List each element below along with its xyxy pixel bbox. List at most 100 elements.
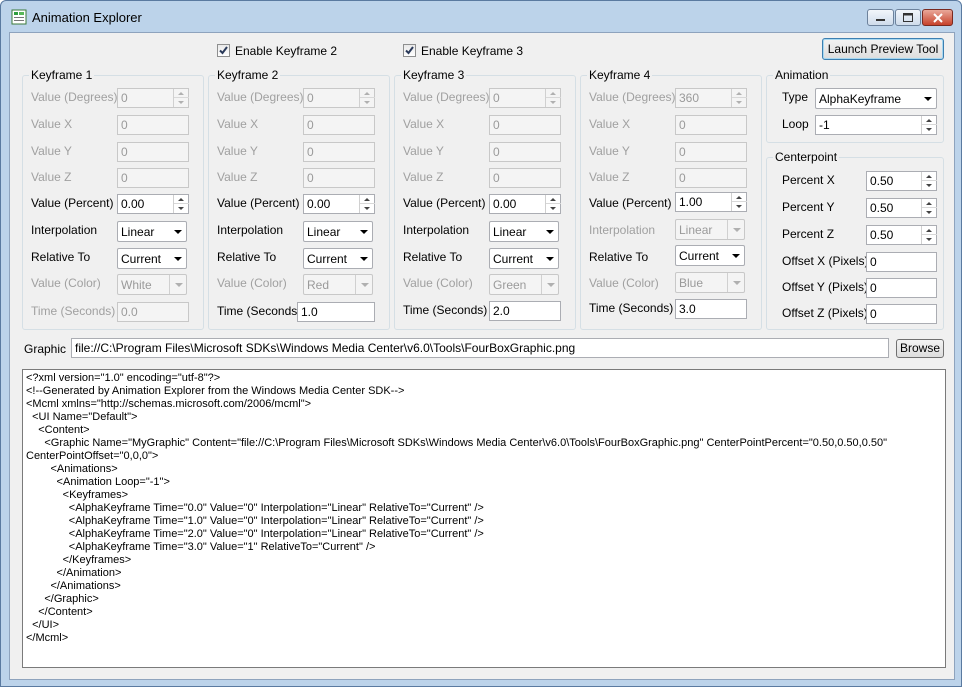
offset-y-field[interactable]: 0: [866, 278, 937, 298]
title-bar[interactable]: Animation Explorer: [1, 1, 961, 33]
kf4-value-x-field[interactable]: 0: [675, 115, 747, 135]
kf2-relative-to-select[interactable]: Current: [303, 248, 373, 269]
kf1-value-degrees-spinner[interactable]: 0: [117, 88, 189, 108]
kf2-interpolation-select[interactable]: Linear: [303, 221, 373, 242]
offset-z-field[interactable]: 0: [866, 304, 937, 324]
kf3-value-degrees-spinner[interactable]: 0: [489, 88, 561, 108]
kf4-time-field[interactable]: 3.0: [675, 299, 747, 319]
kf3-value-percent-value: 0.00: [493, 197, 517, 211]
kf3-time-field[interactable]: 2.0: [489, 301, 561, 321]
kf4-value-percent-value: 1.00: [679, 195, 703, 209]
xml-line: <AlphaKeyframe Time="3.0" Value="1" Rela…: [26, 541, 376, 553]
keyframe-1-group: Keyframe 1 Value (Degrees) 0 Value X 0 V…: [22, 68, 204, 330]
spinner-up-icon[interactable]: [546, 89, 561, 98]
spinner-down-icon[interactable]: [174, 204, 189, 213]
kf2-relative-to-value: Current: [307, 252, 348, 266]
spinner-up-icon[interactable]: [922, 116, 937, 125]
xml-line: <?xml version="1.0" encoding="utf-8"?>: [26, 372, 221, 384]
kf3-value-y-field[interactable]: 0: [489, 142, 561, 162]
chevron-down-icon: [919, 89, 936, 108]
xml-output-textarea[interactable]: <?xml version="1.0" encoding="utf-8"?> <…: [22, 369, 946, 668]
spinner-up-icon[interactable]: [922, 172, 937, 181]
kf4-value-color-select[interactable]: Blue: [675, 272, 745, 293]
spinner-up-icon[interactable]: [732, 89, 747, 98]
centerpoint-group: Centerpoint Percent X 0.50 Percent Y 0.5…: [766, 150, 944, 330]
kf1-time-field[interactable]: 0.0: [117, 302, 189, 322]
kf2-value-color-select[interactable]: Red: [303, 274, 373, 295]
kf3-value-x-field[interactable]: 0: [489, 115, 561, 135]
spinner-down-icon[interactable]: [360, 98, 375, 107]
kf3-value-z-field[interactable]: 0: [489, 168, 561, 188]
kf4-interpolation-select[interactable]: Linear: [675, 219, 745, 240]
enable-keyframe-3-label[interactable]: Enable Keyframe 3: [421, 44, 523, 58]
kf3-value-degrees-label: Value (Degrees): [403, 90, 490, 104]
percent-z-spinner[interactable]: 0.50: [866, 225, 937, 245]
kf4-value-y-field[interactable]: 0: [675, 142, 747, 162]
kf2-value-y-field[interactable]: 0: [303, 142, 375, 162]
spinner-down-icon[interactable]: [732, 98, 747, 107]
kf1-value-x-field[interactable]: 0: [117, 115, 189, 135]
enable-keyframe-2-checkbox[interactable]: [217, 44, 230, 57]
kf4-value-percent-spinner[interactable]: 1.00: [675, 192, 747, 212]
spinner-down-icon[interactable]: [174, 98, 189, 107]
spinner-up-icon[interactable]: [174, 89, 189, 98]
graphic-path-field[interactable]: file://C:\Program Files\Microsoft SDKs\W…: [71, 338, 889, 358]
spinner-down-icon[interactable]: [360, 204, 375, 213]
kf3-interpolation-select[interactable]: Linear: [489, 221, 559, 242]
kf4-value-y-label: Value Y: [589, 144, 630, 158]
kf1-value-z-field[interactable]: 0: [117, 168, 189, 188]
kf2-value-degrees-spinner[interactable]: 0: [303, 88, 375, 108]
animation-type-select[interactable]: AlphaKeyframe: [815, 88, 937, 109]
kf4-value-x-label: Value X: [589, 117, 631, 131]
chevron-down-icon: [727, 246, 744, 265]
percent-x-spinner[interactable]: 0.50: [866, 171, 937, 191]
spinner-down-icon[interactable]: [732, 202, 747, 211]
spinner-down-icon[interactable]: [922, 235, 937, 244]
animation-type-label: Type: [782, 90, 809, 104]
offset-x-field[interactable]: 0: [866, 252, 937, 272]
kf3-relative-to-select[interactable]: Current: [489, 248, 559, 269]
launch-preview-tool-button[interactable]: Launch Preview Tool: [822, 38, 944, 60]
minimize-icon: [876, 19, 885, 21]
kf2-value-z-field[interactable]: 0: [303, 168, 375, 188]
kf3-value-color-select[interactable]: Green: [489, 274, 559, 295]
offset-y-label: Offset Y (Pixels): [782, 280, 869, 294]
enable-keyframe-3-checkbox[interactable]: [403, 44, 416, 57]
spinner-up-icon[interactable]: [922, 226, 937, 235]
spinner-down-icon[interactable]: [922, 208, 937, 217]
kf1-interpolation-value: Linear: [121, 225, 155, 239]
spinner-down-icon[interactable]: [922, 125, 937, 134]
kf1-value-z-label: Value Z: [31, 170, 72, 184]
kf2-value-percent-spinner[interactable]: 0.00: [303, 194, 375, 214]
spinner-down-icon[interactable]: [546, 204, 561, 213]
kf2-time-field[interactable]: 1.0: [297, 302, 375, 322]
kf1-relative-to-select[interactable]: Current: [117, 248, 187, 269]
percent-y-spinner[interactable]: 0.50: [866, 198, 937, 218]
kf2-value-x-field[interactable]: 0: [303, 115, 375, 135]
spinner-up-icon[interactable]: [546, 195, 561, 204]
maximize-button[interactable]: [895, 9, 921, 26]
kf3-value-percent-spinner[interactable]: 0.00: [489, 194, 561, 214]
kf4-value-degrees-spinner[interactable]: 360: [675, 88, 747, 108]
enable-keyframe-2-label[interactable]: Enable Keyframe 2: [235, 44, 337, 58]
kf4-value-z-field[interactable]: 0: [675, 168, 747, 188]
animation-loop-spinner[interactable]: -1: [815, 115, 937, 135]
spinner-up-icon[interactable]: [360, 195, 375, 204]
chevron-down-icon: [727, 273, 744, 292]
close-button[interactable]: [922, 9, 953, 26]
spinner-up-icon[interactable]: [174, 195, 189, 204]
spinner-up-icon[interactable]: [922, 199, 937, 208]
kf1-interpolation-select[interactable]: Linear: [117, 221, 187, 242]
minimize-button[interactable]: [867, 9, 894, 26]
browse-button[interactable]: Browse: [896, 339, 944, 358]
kf4-relative-to-select[interactable]: Current: [675, 245, 745, 266]
kf1-value-percent-spinner[interactable]: 0.00: [117, 194, 189, 214]
spinner-up-icon[interactable]: [732, 193, 747, 202]
kf1-value-color-select[interactable]: White: [117, 274, 187, 295]
xml-line: <Content>: [26, 424, 90, 436]
spinner-down-icon[interactable]: [546, 98, 561, 107]
kf2-value-percent-value: 0.00: [307, 197, 331, 211]
spinner-down-icon[interactable]: [922, 181, 937, 190]
spinner-up-icon[interactable]: [360, 89, 375, 98]
kf1-value-y-field[interactable]: 0: [117, 142, 189, 162]
